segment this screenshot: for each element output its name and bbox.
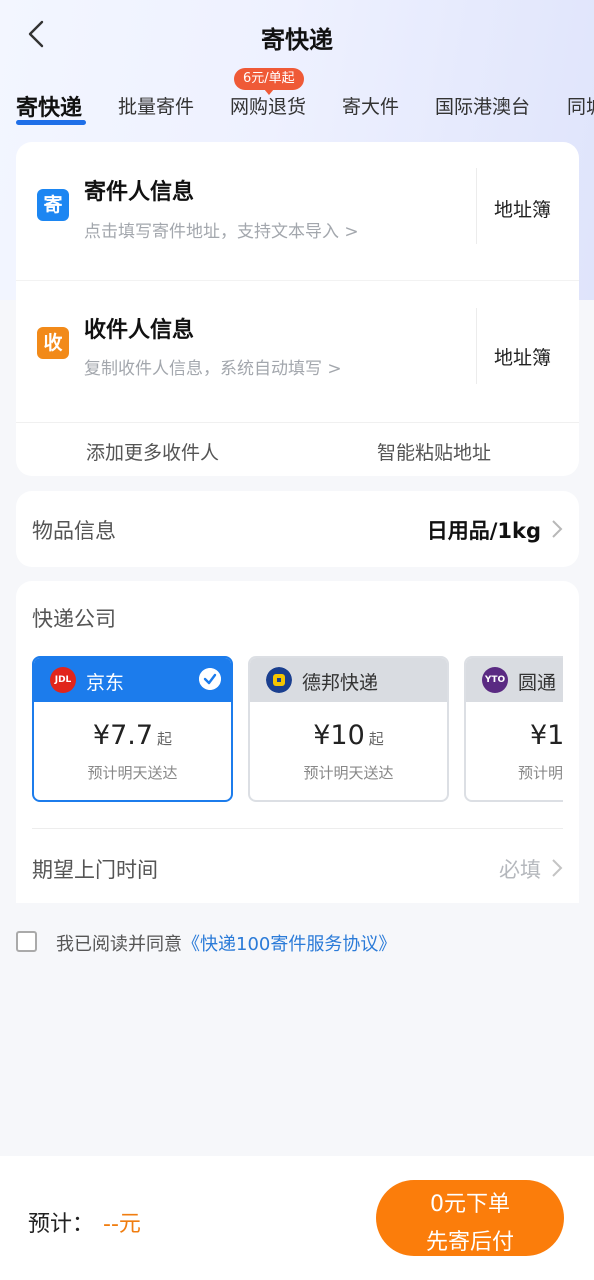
- receiver-info-row[interactable]: 收 收件人信息 复制收件人信息，系统自动填写 > 地址簿: [16, 282, 579, 420]
- courier-name: 圆通: [518, 672, 557, 694]
- order-button-line2: 先寄后付: [425, 1230, 514, 1255]
- estimate-label: 预计：: [28, 1212, 95, 1237]
- address-card: 寄 寄件人信息 点击填写寄件地址，支持文本导入 > 地址簿 收 收件人信息 复制…: [16, 142, 579, 476]
- courier-eta: 预计明天送达: [87, 764, 178, 782]
- courier-label: 快递公司: [32, 607, 116, 631]
- service-tabs: 寄快递 批量寄件 网购退货 寄大件 国际港澳台 同城: [0, 84, 594, 132]
- courier-price: ¥7.7 起: [34, 720, 231, 751]
- pickup-time-label[interactable]: 期望上门时间: [32, 854, 158, 884]
- price-suffix: 起: [368, 730, 384, 748]
- yto-logo-icon: YTO: [482, 667, 508, 693]
- divider: [476, 308, 477, 384]
- send-icon: 寄: [37, 189, 69, 221]
- page-title: 寄快递: [261, 26, 333, 54]
- goods-info-row[interactable]: 物品信息 日用品/1kg: [16, 491, 579, 567]
- divider: [16, 422, 579, 423]
- chevron-right-icon: [552, 859, 563, 877]
- estimate-value: --元: [103, 1212, 141, 1237]
- tab-batch-send[interactable]: 批量寄件: [118, 92, 194, 119]
- price-value: ¥1: [530, 720, 563, 751]
- goods-value: 日用品/1kg: [426, 519, 541, 543]
- tab-same-city[interactable]: 同城: [567, 92, 594, 119]
- courier-eta: 预计明天送达: [303, 764, 394, 782]
- courier-name: 德邦快递: [302, 672, 379, 694]
- courier-header: 德邦快递: [250, 658, 447, 702]
- sender-hint: 点击填写寄件地址，支持文本导入 >: [84, 222, 359, 242]
- courier-price: ¥10 起: [250, 720, 447, 751]
- sender-info-row[interactable]: 寄 寄件人信息 点击填写寄件地址，支持文本导入 > 地址簿: [16, 142, 579, 280]
- tab-send-express[interactable]: 寄快递: [16, 90, 82, 122]
- price-value: ¥7.7: [92, 720, 154, 751]
- agreement-prefix: 我已阅读并同意: [56, 934, 182, 955]
- divider: [16, 280, 579, 281]
- bottom-bar: 预计： --元 0元下单 先寄后付: [0, 1156, 594, 1280]
- courier-price: ¥1: [466, 720, 563, 751]
- price-suffix: 起: [157, 730, 173, 748]
- price-value: ¥10: [313, 720, 365, 751]
- sender-address-book-button[interactable]: 地址簿: [494, 195, 551, 222]
- courier-options[interactable]: JDL 京东 ¥7.7 起 预计明天送达 德邦快递 ¥10 起 预计明天送达 Y…: [32, 656, 563, 804]
- courier-option-deppon[interactable]: 德邦快递 ¥10 起 预计明天送达: [248, 656, 449, 802]
- divider: [32, 828, 563, 829]
- deppon-logo-icon: [266, 667, 292, 693]
- sender-title: 寄件人信息: [84, 180, 195, 205]
- courier-header: YTO 圆通: [466, 658, 563, 702]
- tab-international[interactable]: 国际港澳台: [435, 92, 530, 119]
- active-tab-indicator: [16, 120, 86, 125]
- courier-header: JDL 京东: [34, 658, 231, 702]
- courier-name: 京东: [86, 672, 125, 694]
- chevron-right-icon: [552, 520, 563, 538]
- goods-label: 物品信息: [32, 519, 116, 543]
- agreement-link[interactable]: 《快递100寄件服务协议》: [182, 934, 396, 955]
- agreement-text: 我已阅读并同意《快递100寄件服务协议》: [56, 930, 396, 956]
- check-icon: [199, 668, 221, 690]
- header: 寄快递: [0, 0, 594, 72]
- receiver-title: 收件人信息: [84, 318, 195, 343]
- divider: [476, 168, 477, 244]
- courier-option-jd[interactable]: JDL 京东 ¥7.7 起 预计明天送达: [32, 656, 233, 802]
- add-more-receivers-button[interactable]: 添加更多收件人: [86, 438, 219, 465]
- pickup-time-value[interactable]: 必填: [499, 854, 541, 884]
- receiver-hint: 复制收件人信息，系统自动填写 >: [84, 359, 342, 379]
- courier-card: 快递公司 JDL 京东 ¥7.7 起 预计明天送达 德邦快递 ¥10 起 预计明…: [16, 581, 579, 903]
- receive-icon: 收: [37, 327, 69, 359]
- agreement-checkbox[interactable]: [16, 931, 37, 952]
- courier-option-yto[interactable]: YTO 圆通 ¥1 预计明: [464, 656, 563, 802]
- courier-eta: 预计明: [518, 764, 563, 782]
- order-button-line1: 0元下单: [430, 1192, 510, 1217]
- return-price-badge: 6元/单起: [234, 68, 304, 95]
- place-order-button[interactable]: 0元下单 先寄后付: [376, 1180, 564, 1256]
- tab-large-item[interactable]: 寄大件: [342, 92, 399, 119]
- jd-logo-icon: JDL: [50, 667, 76, 693]
- smart-paste-address-button[interactable]: 智能粘贴地址: [377, 438, 491, 465]
- receiver-address-book-button[interactable]: 地址簿: [494, 343, 551, 370]
- tab-online-return[interactable]: 网购退货: [230, 92, 306, 119]
